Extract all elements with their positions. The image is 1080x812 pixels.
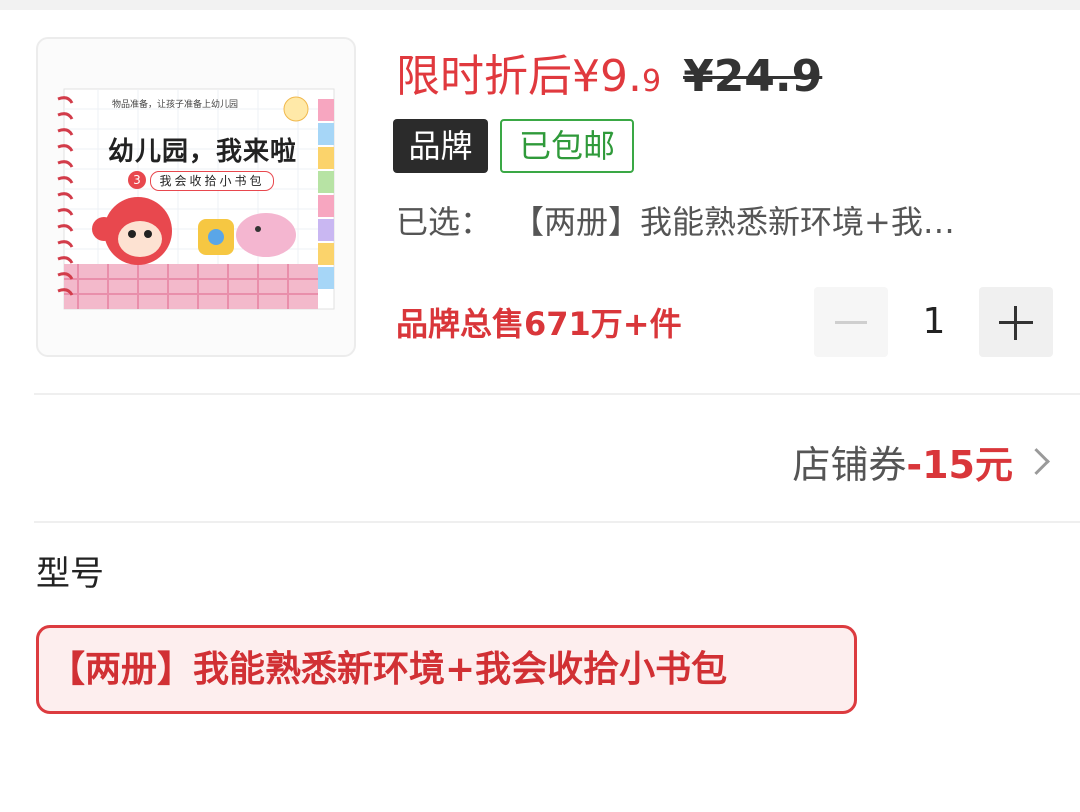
minus-icon[interactable] bbox=[814, 287, 888, 357]
price-label: 限时折后 bbox=[396, 51, 572, 102]
cover-subtitle: 我会收拾小书包 bbox=[150, 171, 274, 191]
book-cover-image bbox=[57, 88, 335, 310]
top-strip bbox=[0, 0, 1080, 10]
selected-variant[interactable]: 已选： 【两册】我能熟悉新环境+我… bbox=[396, 198, 1026, 246]
quantity-value[interactable]: 1 bbox=[898, 287, 970, 357]
price-decimal: 9 bbox=[641, 64, 662, 99]
store-coupon-row[interactable]: 店铺券 -15元 bbox=[792, 436, 1050, 487]
brand-sales-text: 品牌总售671万+件 bbox=[396, 305, 682, 343]
price-currency: ¥ bbox=[572, 51, 600, 102]
brand-tag: 品牌 bbox=[393, 119, 488, 173]
chevron-right-icon bbox=[1023, 447, 1050, 475]
model-label: 型号 bbox=[36, 554, 104, 594]
coupon-label: 店铺券 bbox=[792, 442, 907, 487]
selected-label: 已选： bbox=[396, 203, 493, 241]
cover-title: 幼儿园，我来啦 bbox=[108, 137, 298, 167]
product-thumbnail[interactable]: 物品准备，让孩子准备上幼儿园 幼儿园，我来啦 3 我会收拾小书包 bbox=[36, 37, 356, 357]
model-option-chip[interactable]: 【两册】我能熟悉新环境+我会收拾小书包 bbox=[36, 625, 857, 714]
plus-icon[interactable] bbox=[979, 287, 1053, 357]
selected-value: 【两册】我能熟悉新环境+我… bbox=[528, 203, 955, 241]
cover-top-text: 物品准备，让孩子准备上幼儿园 bbox=[112, 100, 239, 110]
price-integer: 9. bbox=[600, 51, 642, 102]
free-shipping-tag: 已包邮 bbox=[500, 119, 634, 173]
cover-volume-badge: 3 bbox=[128, 171, 146, 189]
price-row: 限时折后 ¥ 9. 9 ¥24.9 bbox=[396, 40, 822, 102]
coupon-amount: -15元 bbox=[906, 442, 1013, 487]
divider bbox=[34, 393, 1080, 395]
divider bbox=[34, 521, 1080, 523]
original-price: ¥24.9 bbox=[683, 51, 823, 102]
